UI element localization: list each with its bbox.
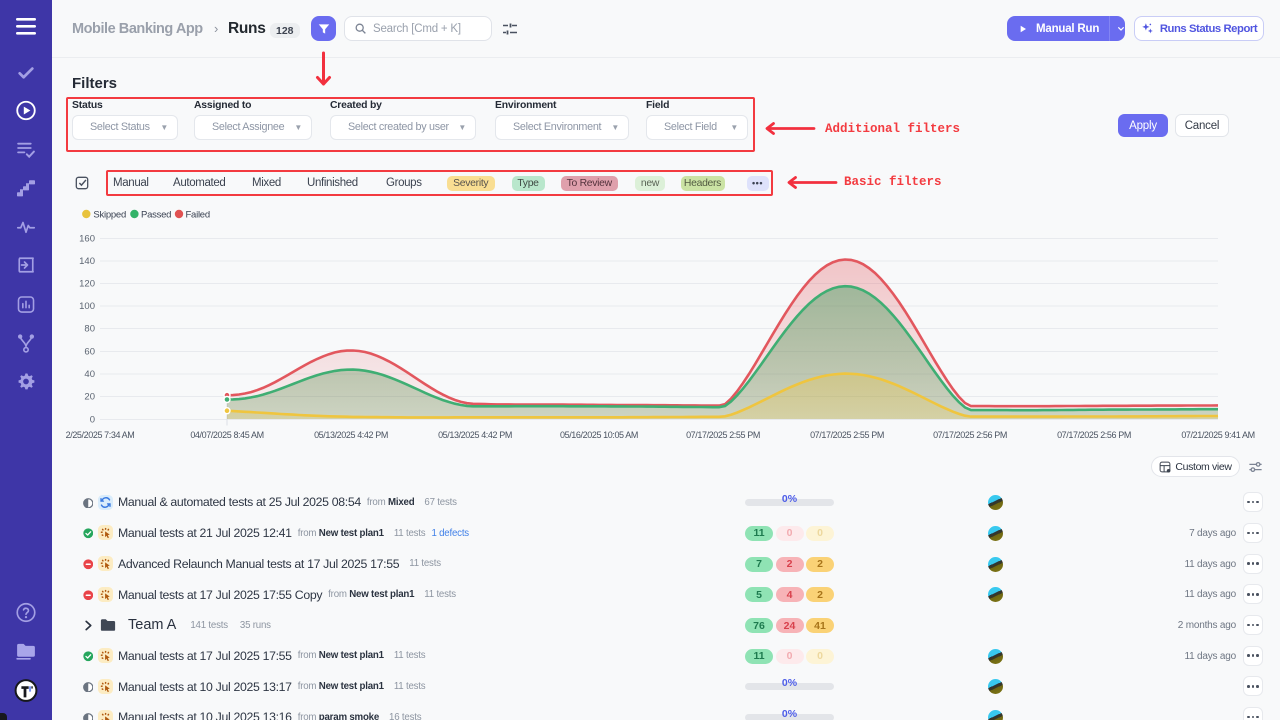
svg-text:07/17/2025 2:56 PM: 07/17/2025 2:56 PM (933, 430, 1007, 440)
svg-text:07/17/2025 2:56 PM: 07/17/2025 2:56 PM (1057, 430, 1131, 440)
svg-text:Skipped: Skipped (93, 209, 126, 220)
svg-text:04/07/2025 8:45 AM: 04/07/2025 8:45 AM (190, 430, 263, 440)
svg-text:2/25/2025 7:34 AM: 2/25/2025 7:34 AM (66, 430, 135, 440)
svg-text:100: 100 (79, 301, 95, 312)
svg-text:05/13/2025 4:42 PM: 05/13/2025 4:42 PM (438, 430, 512, 440)
svg-text:07/17/2025 2:55 PM: 07/17/2025 2:55 PM (686, 430, 760, 440)
svg-text:120: 120 (79, 279, 95, 290)
svg-text:07/17/2025 2:55 PM: 07/17/2025 2:55 PM (810, 430, 884, 440)
svg-text:05/16/2025 10:05 AM: 05/16/2025 10:05 AM (560, 430, 638, 440)
svg-text:140: 140 (79, 256, 95, 267)
svg-text:07/21/2025 9:41 AM: 07/21/2025 9:41 AM (1181, 430, 1254, 440)
svg-text:80: 80 (84, 324, 95, 335)
svg-text:Passed: Passed (141, 209, 171, 220)
svg-text:0: 0 (90, 415, 95, 426)
svg-text:40: 40 (84, 369, 95, 380)
svg-text:Failed: Failed (186, 209, 210, 220)
svg-text:160: 160 (79, 234, 95, 245)
svg-text:05/13/2025 4:42 PM: 05/13/2025 4:42 PM (314, 430, 388, 440)
svg-text:60: 60 (84, 347, 95, 358)
svg-text:20: 20 (84, 392, 95, 403)
